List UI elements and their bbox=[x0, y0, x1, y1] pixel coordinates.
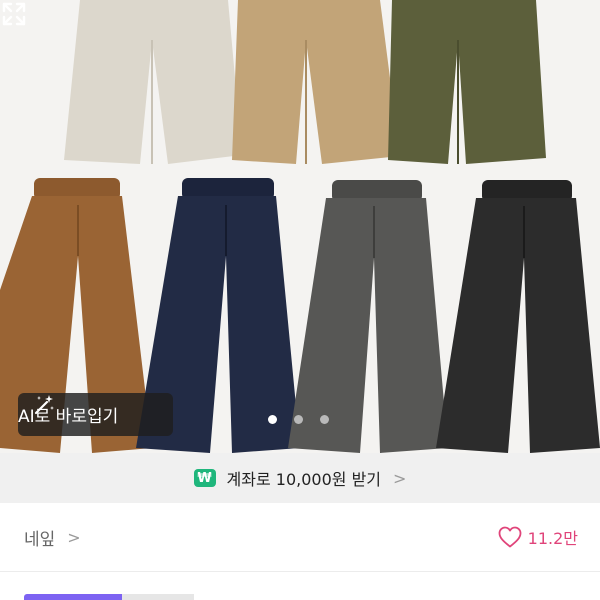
tab-strip bbox=[24, 594, 194, 600]
tab-active-indicator[interactable] bbox=[24, 594, 122, 600]
ai-try-on-button[interactable]: AI로 바로입기 bbox=[18, 393, 173, 436]
magic-wand-icon bbox=[34, 395, 54, 415]
chevron-right-icon: > bbox=[393, 468, 407, 488]
section-divider bbox=[0, 571, 600, 572]
account-transfer-banner[interactable]: ₩ 계좌로 10,000원 받기 > bbox=[0, 453, 600, 503]
gray-pants bbox=[288, 180, 448, 453]
expand-icon[interactable] bbox=[0, 0, 28, 28]
like-button[interactable]: 11.2만 bbox=[498, 525, 578, 549]
seller-name: 네잎 bbox=[24, 529, 56, 550]
tab-inactive[interactable] bbox=[122, 594, 194, 600]
transfer-text: 계좌로 10,000원 받기 bbox=[226, 470, 382, 489]
seller-link[interactable]: 네잎 > bbox=[24, 525, 81, 550]
cream-pants bbox=[64, 0, 242, 164]
tan-pants bbox=[232, 0, 400, 164]
heart-icon bbox=[498, 526, 522, 548]
chevron-right-icon: > bbox=[67, 527, 81, 547]
carousel-indicator bbox=[268, 415, 329, 424]
carousel-dot-1[interactable] bbox=[268, 415, 277, 424]
carousel-dot-3[interactable] bbox=[320, 415, 329, 424]
black-pants bbox=[436, 180, 600, 453]
carousel-dot-2[interactable] bbox=[294, 415, 303, 424]
seller-row: 네잎 > 11.2만 bbox=[0, 503, 600, 571]
olive-pants bbox=[388, 0, 546, 164]
won-badge-icon: ₩ bbox=[193, 469, 216, 487]
product-image[interactable]: AI로 바로입기 bbox=[0, 0, 600, 453]
pants-illustration bbox=[0, 0, 600, 453]
like-count: 11.2만 bbox=[527, 529, 578, 548]
